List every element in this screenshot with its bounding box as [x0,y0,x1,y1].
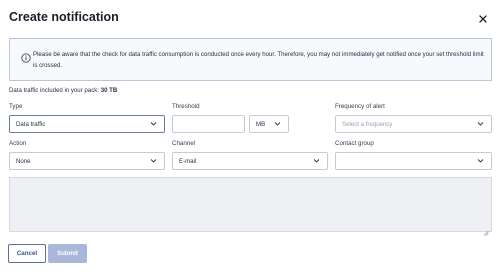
contact-group-label: Contact group [335,140,374,147]
close-icon[interactable] [477,12,489,24]
chevron-down-icon [313,158,320,164]
cancel-button[interactable]: Cancel [8,244,46,263]
chevron-down-icon [150,121,157,127]
notice-text: Please be aware that the check for data … [33,51,484,69]
chevron-down-icon [274,121,281,127]
resize-handle-icon[interactable] [483,223,489,236]
type-value: Data traffic [16,120,46,128]
contact-group-select[interactable] [335,152,492,170]
submit-button[interactable]: Submit [48,244,87,263]
dialog-title: Create notification [9,10,119,24]
threshold-label: Threshold [172,103,200,110]
unit-select[interactable]: MB [249,115,289,133]
quota-value: 30 TB [100,87,118,94]
type-select[interactable]: Data traffic [9,115,165,133]
threshold-input[interactable] [172,115,245,133]
action-label: Action [9,140,27,147]
type-label: Type [9,103,23,110]
chevron-down-icon [477,121,484,127]
quota-label: Data traffic included in your pack: [9,87,99,94]
unit-value: MB [256,120,266,128]
info-icon [21,50,31,63]
frequency-label: Frequency of alert [335,103,385,110]
channel-select[interactable]: E-mail [172,152,328,170]
frequency-placeholder: Select a frequency [342,120,393,128]
frequency-select[interactable]: Select a frequency [335,115,492,133]
chevron-down-icon [477,158,484,164]
chevron-down-icon [150,158,157,164]
quota-info: Data traffic included in your pack: 30 T… [9,87,117,94]
info-notice: Please be aware that the check for data … [9,38,492,81]
action-select[interactable]: None [9,152,165,170]
message-textarea[interactable] [9,177,492,236]
action-value: None [16,157,31,165]
channel-label: Channel [172,140,196,147]
channel-value: E-mail [179,157,197,165]
